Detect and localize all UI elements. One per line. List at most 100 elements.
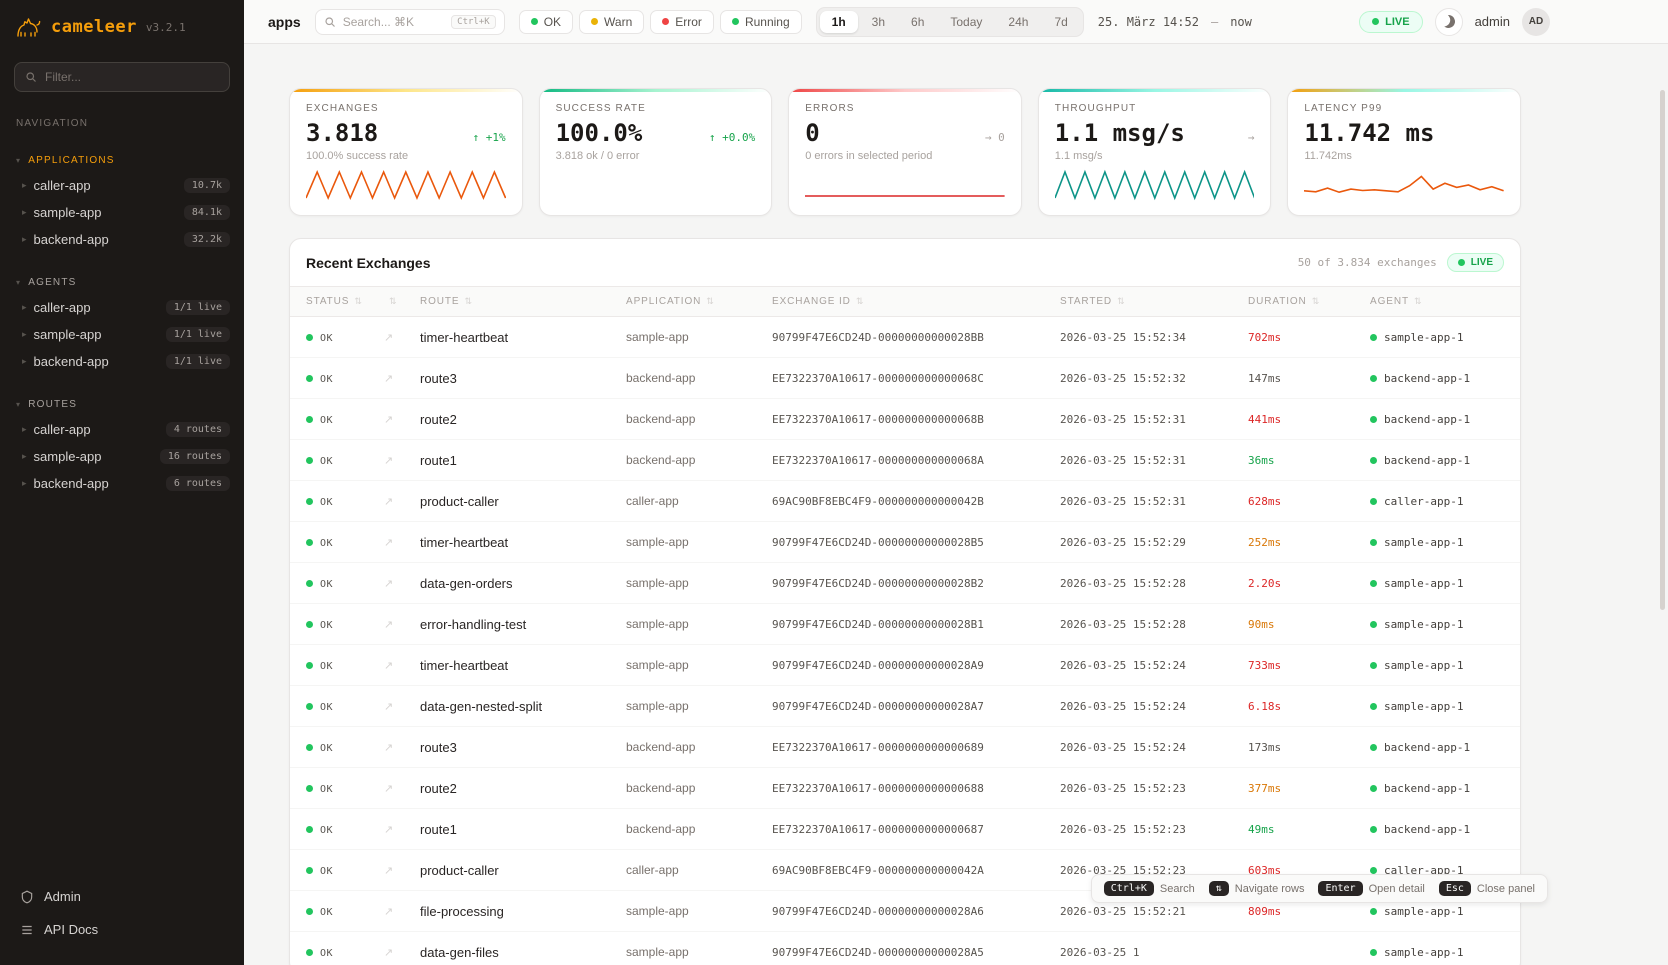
expand-icon[interactable]: ↗ [384,783,393,795]
expand-icon[interactable]: ↗ [384,537,393,549]
expand-icon[interactable]: ↗ [384,496,393,508]
table-live-badge[interactable]: LIVE [1447,253,1504,272]
column-header-application[interactable]: APPLICATION⇅ [618,287,764,317]
shortcut-key: Ctrl+K [1104,881,1154,896]
sidebar-footer-api-docs[interactable]: API Docs [14,914,230,945]
sidebar-item-sample-app[interactable]: ▸sample-app84.1k [0,199,244,226]
table-row[interactable]: OK↗route2backend-appEE7322370A10617-0000… [290,399,1521,440]
route-cell: route1 [412,809,618,850]
search-box[interactable]: Ctrl+K [315,9,505,35]
application-cell: backend-app [618,809,764,850]
column-header-agent[interactable]: AGENT⇅ [1362,287,1521,317]
search-input[interactable] [343,15,444,29]
camel-logo-icon [16,16,42,38]
live-status-badge[interactable]: LIVE [1359,11,1422,33]
search-shortcut-badge: Ctrl+K [451,15,496,29]
scrollbar[interactable] [1660,90,1665,610]
column-header-started[interactable]: STARTED⇅ [1052,287,1240,317]
table-row[interactable]: OK↗timer-heartbeatsample-app90799F47E6CD… [290,522,1521,563]
table-row[interactable]: OK↗route2backend-appEE7322370A10617-0000… [290,768,1521,809]
shortcut-hint-close-panel: EscClose panel [1439,881,1535,896]
live-label: LIVE [1471,257,1493,268]
item-badge: 1/1 live [166,354,230,369]
table-row[interactable]: OK↗data-gen-nested-splitsample-app90799F… [290,686,1521,727]
expand-icon[interactable]: ↗ [384,455,393,467]
column-header-status[interactable]: STATUS⇅ [290,287,376,317]
sidebar-item-sample-app[interactable]: ▸sample-app1/1 live [0,321,244,348]
time-range-6h[interactable]: 6h [899,11,936,33]
date-range-control[interactable]: 25. März 14:52 — now [1098,15,1252,29]
column-header-route[interactable]: ROUTE⇅ [412,287,618,317]
section-title[interactable]: ▾ROUTES [0,395,244,416]
agent-cell: backend-app-1 [1362,440,1521,481]
status-dot [306,580,313,587]
filter-chip-ok[interactable]: OK [519,10,573,34]
expand-icon[interactable]: ↗ [384,701,393,713]
expand-icon[interactable]: ↗ [384,660,393,672]
expand-icon[interactable]: ↗ [384,578,393,590]
table-row[interactable]: OK↗product-callercaller-app69AC90BF8EBC4… [290,481,1521,522]
expand-icon[interactable]: ↗ [384,824,393,836]
expand-icon[interactable]: ↗ [384,947,393,959]
filter-chip-warn[interactable]: Warn [579,10,644,34]
table-row[interactable]: OK↗route3backend-appEE7322370A10617-0000… [290,727,1521,768]
table-row[interactable]: OK↗route3backend-appEE7322370A10617-0000… [290,358,1521,399]
sidebar-item-sample-app[interactable]: ▸sample-app16 routes [0,443,244,470]
expand-icon[interactable]: ↗ [384,619,393,631]
expand-cell: ↗ [376,645,412,686]
expand-cell: ↗ [376,891,412,932]
status-dot [306,539,313,546]
time-range-today[interactable]: Today [938,11,994,33]
status-cell: OK [290,399,376,440]
sidebar-filter-wrapper[interactable] [14,62,230,92]
table-row[interactable]: OK↗data-gen-filessample-app90799F47E6CD2… [290,932,1521,965]
route-cell: data-gen-nested-split [412,686,618,727]
chevron-right-icon: ▸ [22,180,27,191]
time-range-1h[interactable]: 1h [820,11,858,33]
table-row[interactable]: OK↗route1backend-appEE7322370A10617-0000… [290,809,1521,850]
section-title[interactable]: ▾APPLICATIONS [0,151,244,172]
agent-dot [1370,539,1377,546]
sidebar-filter-input[interactable] [45,70,219,84]
column-header-duration[interactable]: DURATION⇅ [1240,287,1362,317]
table-row[interactable]: OK↗timer-heartbeatsample-app90799F47E6CD… [290,317,1521,358]
table-row[interactable]: OK↗timer-heartbeatsample-app90799F47E6CD… [290,645,1521,686]
sidebar-item-caller-app[interactable]: ▸caller-app1/1 live [0,294,244,321]
avatar[interactable]: AD [1522,8,1550,36]
sidebar-item-backend-app[interactable]: ▸backend-app1/1 live [0,348,244,375]
section-title[interactable]: ▾AGENTS [0,273,244,294]
sidebar-item-caller-app[interactable]: ▸caller-app10.7k [0,172,244,199]
expand-icon[interactable]: ↗ [384,373,393,385]
application-cell: sample-app [618,317,764,358]
expand-icon[interactable]: ↗ [384,332,393,344]
app-logo[interactable]: cameleer v3.2.1 [0,0,244,58]
time-range-7d[interactable]: 7d [1042,11,1079,33]
application-cell: sample-app [618,604,764,645]
filter-chip-running[interactable]: Running [720,10,802,34]
sidebar-item-caller-app[interactable]: ▸caller-app4 routes [0,416,244,443]
time-range-24h[interactable]: 24h [996,11,1040,33]
time-range-3h[interactable]: 3h [860,11,897,33]
application-cell: sample-app [618,645,764,686]
column-header-expand[interactable]: ⇅ [376,287,412,317]
table-row[interactable]: OK↗data-gen-orderssample-app90799F47E6CD… [290,563,1521,604]
expand-icon[interactable]: ↗ [384,906,393,918]
expand-icon[interactable]: ↗ [384,414,393,426]
table-row[interactable]: OK↗route1backend-appEE7322370A10617-0000… [290,440,1521,481]
app-name: cameleer [51,17,137,37]
agent-dot [1370,949,1377,956]
table-row[interactable]: OK↗error-handling-testsample-app90799F47… [290,604,1521,645]
expand-icon[interactable]: ↗ [384,865,393,877]
agent-cell: sample-app-1 [1362,686,1521,727]
expand-icon[interactable]: ↗ [384,742,393,754]
agent-cell: backend-app-1 [1362,399,1521,440]
column-header-exchange-id[interactable]: EXCHANGE ID⇅ [764,287,1052,317]
filter-chip-error[interactable]: Error [650,10,714,34]
sidebar-item-backend-app[interactable]: ▸backend-app32.2k [0,226,244,253]
theme-toggle-button[interactable] [1435,8,1463,36]
card-value: 11.742 ms [1304,119,1434,147]
sidebar-item-backend-app[interactable]: ▸backend-app6 routes [0,470,244,497]
started-cell: 2026-03-25 15:52:28 [1052,563,1240,604]
item-badge: 32.2k [184,232,230,247]
sidebar-footer-admin[interactable]: Admin [14,881,230,912]
